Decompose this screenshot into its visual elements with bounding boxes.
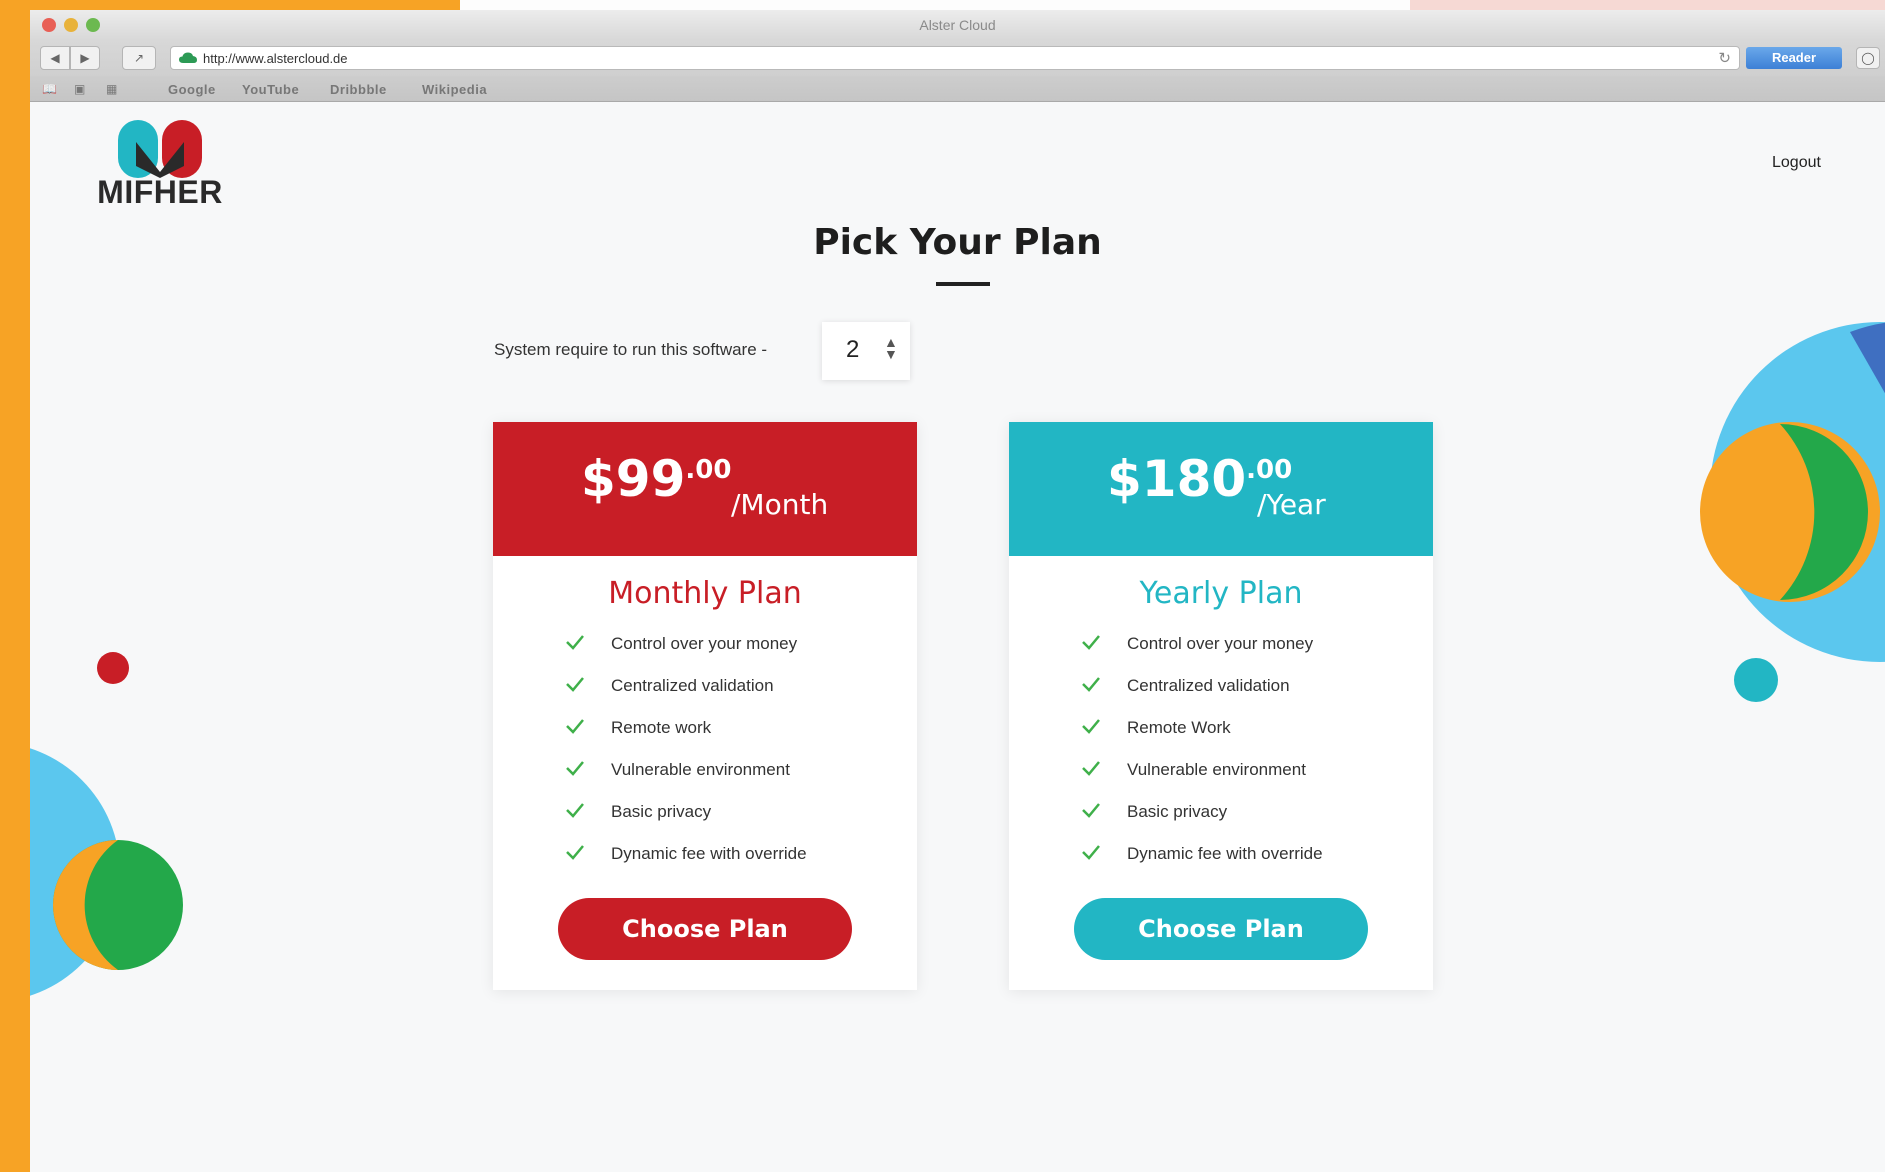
title-underline — [936, 282, 990, 286]
reload-icon[interactable]: ↻ — [1718, 49, 1731, 67]
reader-button[interactable]: Reader — [1746, 47, 1842, 69]
feature-text: Dynamic fee with override — [611, 844, 807, 863]
stepper-arrows-icon[interactable]: ▲ ▼ — [884, 335, 898, 361]
feature-text: Dynamic fee with override — [1127, 844, 1323, 863]
monthly-choose-plan-button[interactable]: Choose Plan — [558, 898, 852, 960]
page-content: MIFHER Logout Pick Your Plan System requ… — [30, 102, 1885, 1172]
downloads-icon[interactable]: ◯ — [1856, 47, 1880, 69]
browser-toolbar: ◀ ▶ ↗ http://www.alstercloud.de ↻ Reader… — [30, 40, 1885, 76]
address-bar[interactable]: http://www.alstercloud.de ↻ — [170, 46, 1740, 70]
monthly-price: $99.00 — [581, 450, 731, 508]
monthly-price-period: /Month — [731, 488, 829, 521]
logo-mark-icon — [118, 120, 202, 178]
check-icon — [566, 719, 584, 734]
back-arrow-icon: ◀ — [50, 51, 60, 65]
yearly-plan-card: $180.00 /Year Yearly Plan Control over y… — [1009, 422, 1433, 990]
system-count-value: 2 — [846, 336, 860, 363]
bookmark-youtube[interactable]: YouTube — [242, 82, 299, 97]
check-icon — [566, 845, 584, 860]
check-icon — [566, 677, 584, 692]
check-icon — [1082, 677, 1100, 692]
top-sites-icon[interactable]: ▦ — [106, 82, 117, 96]
bookmarks-icon[interactable]: ▣ — [74, 82, 85, 96]
bookmark-wikipedia[interactable]: Wikipedia — [422, 82, 487, 97]
browser-titlebar: Alster Cloud — [30, 10, 1885, 40]
window-title: Alster Cloud — [919, 17, 996, 33]
page-title: Pick Your Plan — [813, 222, 1102, 263]
bookmark-dribbble[interactable]: Dribbble — [330, 82, 387, 97]
logout-link[interactable]: Logout — [1772, 154, 1821, 172]
check-icon — [1082, 635, 1100, 650]
feature-text: Remote Work — [1127, 718, 1231, 737]
yearly-price-cents: .00 — [1246, 455, 1293, 485]
system-requirement-label: System require to run this software - — [494, 340, 768, 359]
system-count-stepper[interactable]: 2 ▲ ▼ — [822, 322, 910, 380]
yearly-price-period: /Year — [1257, 488, 1326, 521]
check-icon — [566, 803, 584, 818]
reading-list-icon[interactable]: 📖 — [42, 82, 57, 96]
share-button[interactable]: ↗ — [122, 46, 156, 70]
feature-text: Vulnerable environment — [611, 760, 790, 779]
browser-window: Alster Cloud ◀ ▶ ↗ http://www.alsterclou… — [30, 10, 1885, 1172]
forward-arrow-icon: ▶ — [80, 51, 90, 65]
monthly-price-cents: .00 — [685, 455, 732, 485]
back-button[interactable]: ◀ — [40, 46, 70, 70]
logo-text: MIFHER — [97, 174, 223, 210]
feature-text: Control over your money — [1127, 634, 1314, 653]
feature-text: Basic privacy — [1127, 802, 1228, 821]
yearly-plan-name: Yearly Plan — [1139, 576, 1303, 611]
monthly-price-header: $99.00 /Month — [493, 422, 917, 556]
check-icon — [1082, 761, 1100, 776]
feature-text: Control over your money — [611, 634, 798, 653]
yearly-price-header: $180.00 /Year — [1009, 422, 1433, 556]
bookmarks-bar: 📖 ▣ ▦ Google YouTube Dribbble Wikipedia — [30, 76, 1885, 102]
feature-text: Vulnerable environment — [1127, 760, 1306, 779]
url-text: http://www.alstercloud.de — [203, 51, 348, 66]
check-icon — [1082, 845, 1100, 860]
check-icon — [566, 761, 584, 776]
yearly-choose-plan-button[interactable]: Choose Plan — [1074, 898, 1368, 960]
logo[interactable]: MIFHER — [90, 114, 270, 214]
share-icon: ↗ — [133, 51, 145, 65]
monthly-plan-card: $99.00 /Month Monthly Plan Control over … — [493, 422, 917, 990]
feature-text: Basic privacy — [611, 802, 712, 821]
bookmark-google[interactable]: Google — [168, 82, 216, 97]
check-icon — [566, 635, 584, 650]
feature-text: Centralized validation — [1127, 676, 1290, 695]
monthly-price-amount: $99 — [581, 450, 686, 508]
check-icon — [1082, 719, 1100, 734]
check-icon — [1082, 803, 1100, 818]
cloud-icon — [179, 52, 197, 63]
monthly-plan-name: Monthly Plan — [608, 576, 802, 611]
feature-text: Remote work — [611, 718, 712, 737]
yearly-price-amount: $180 — [1107, 450, 1247, 508]
feature-text: Centralized validation — [611, 676, 774, 695]
forward-button[interactable]: ▶ — [70, 46, 100, 70]
